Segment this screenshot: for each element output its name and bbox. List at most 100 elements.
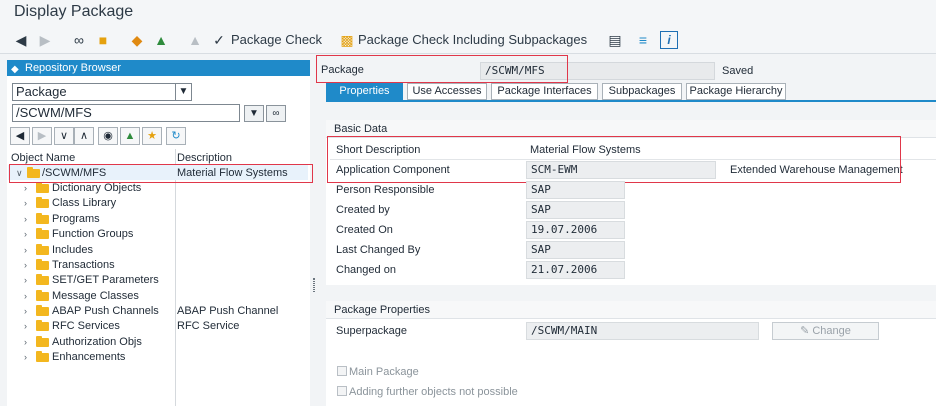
tree-item-desc: ABAP Push Channel bbox=[177, 305, 279, 317]
chevron-down-icon[interactable]: ∨ bbox=[16, 166, 23, 181]
object-type-select[interactable]: Package ▼ bbox=[12, 83, 192, 101]
tree-row[interactable]: › Class Library bbox=[7, 196, 310, 211]
tree-row[interactable]: › Includes bbox=[7, 243, 310, 258]
toolbar: ◀ ▶ ∞ ■ ◆ ▲ ▲ ✓ Package Check ▩ Package … bbox=[0, 26, 936, 54]
glasses-icon[interactable]: ∞ bbox=[70, 31, 88, 49]
tree-row[interactable]: › Dictionary Objects bbox=[7, 181, 310, 196]
tree-row[interactable]: › Function Groups bbox=[7, 227, 310, 242]
display-object-list-icon[interactable]: ▤ bbox=[606, 31, 624, 49]
hierarchy-icon[interactable]: ▲ bbox=[152, 31, 170, 49]
change-button-label: Change bbox=[812, 325, 851, 337]
package-check-sub-icon[interactable]: ▩ bbox=[338, 31, 356, 49]
tree-structure-icon[interactable]: ▲ bbox=[120, 127, 140, 145]
activate-icon[interactable]: ■ bbox=[94, 31, 112, 49]
tree-row[interactable]: › SET/GET Parameters bbox=[7, 273, 310, 288]
collapse-up-icon[interactable]: ∧ bbox=[74, 127, 94, 145]
tree-item-label: Message Classes bbox=[52, 290, 139, 302]
chevron-right-icon[interactable]: › bbox=[24, 196, 27, 211]
chevron-right-icon[interactable]: › bbox=[24, 304, 27, 319]
created-by-field[interactable]: SAP bbox=[526, 201, 625, 219]
chevron-right-icon[interactable]: › bbox=[24, 273, 27, 288]
chevron-down-icon[interactable]: ▼ bbox=[175, 84, 191, 100]
chevron-right-icon[interactable]: › bbox=[24, 289, 27, 304]
tree-item-label: Includes bbox=[52, 244, 93, 256]
chevron-right-icon[interactable]: › bbox=[24, 181, 27, 196]
tree-row[interactable]: › ABAP Push Channels ABAP Push Channel bbox=[7, 304, 310, 319]
tree-row[interactable]: › Transactions bbox=[7, 258, 310, 273]
column-object-name[interactable]: Object Name bbox=[11, 152, 75, 165]
tree-item-label: Dictionary Objects bbox=[52, 182, 142, 194]
tree-item-label: Function Groups bbox=[52, 228, 134, 240]
package-label: Package bbox=[321, 64, 364, 76]
chevron-right-icon[interactable]: › bbox=[24, 258, 27, 273]
folder-icon bbox=[36, 336, 49, 347]
nav-back-icon[interactable]: ◀ bbox=[10, 127, 30, 145]
created-on-field[interactable]: 19.07.2006 bbox=[526, 221, 625, 239]
tree-item-desc: RFC Service bbox=[177, 320, 240, 332]
person-responsible-field[interactable]: SAP bbox=[526, 181, 625, 199]
last-changed-by-field[interactable]: SAP bbox=[526, 241, 625, 259]
package-check-button[interactable]: Package Check bbox=[231, 32, 322, 47]
binoculars-icon[interactable]: ◉ bbox=[98, 127, 118, 145]
tab-use-accesses[interactable]: Use Accesses bbox=[407, 83, 487, 100]
changed-on-field[interactable]: 21.07.2006 bbox=[526, 261, 625, 279]
info-icon[interactable]: i bbox=[660, 31, 678, 49]
folder-icon bbox=[36, 182, 49, 193]
pane-splitter-handle[interactable] bbox=[313, 278, 315, 292]
nav-forward-icon[interactable]: ▶ bbox=[32, 127, 52, 145]
adding-further-label: Adding further objects not possible bbox=[349, 386, 518, 398]
tab-underline bbox=[326, 100, 936, 102]
superpackage-label: Superpackage bbox=[336, 325, 407, 337]
change-button[interactable]: ✎ Change bbox=[772, 322, 879, 340]
application-component-field[interactable]: SCM-EWM bbox=[526, 161, 716, 179]
chevron-right-icon[interactable]: › bbox=[24, 243, 27, 258]
path-dropdown-icon[interactable]: ▼ bbox=[244, 105, 264, 122]
transport-icon[interactable]: ▲ bbox=[186, 31, 204, 49]
chevron-right-icon[interactable]: › bbox=[24, 350, 27, 365]
list-icon[interactable]: ≡ bbox=[634, 31, 652, 49]
tree-row-root[interactable]: ∨ /SCWM/MFS Material Flow Systems bbox=[7, 166, 310, 181]
chevron-right-icon[interactable]: › bbox=[24, 319, 27, 334]
folder-icon bbox=[36, 290, 49, 301]
object-path-input[interactable]: /SCWM/MFS bbox=[12, 104, 240, 122]
favorites-star-icon[interactable]: ★ bbox=[142, 127, 162, 145]
tree-row[interactable]: › RFC Services RFC Service bbox=[7, 319, 310, 334]
package-field[interactable]: /SCWM/MFS bbox=[480, 62, 715, 80]
tab-package-interfaces[interactable]: Package Interfaces bbox=[491, 83, 598, 100]
where-used-icon[interactable]: ◆ bbox=[128, 31, 146, 49]
package-status: Saved bbox=[722, 65, 754, 77]
package-check-sub-button[interactable]: Package Check Including Subpackages bbox=[358, 32, 587, 47]
tab-subpackages[interactable]: Subpackages bbox=[602, 83, 682, 100]
browser-nav-bar: ◀ ▶ ∨ ∧ ◉ ▲ ★ ↻ bbox=[10, 127, 220, 147]
tree-row[interactable]: › Authorization Objs bbox=[7, 335, 310, 350]
tree-row[interactable]: › Programs bbox=[7, 212, 310, 227]
back-arrow-icon[interactable]: ◀ bbox=[12, 31, 30, 49]
package-check-icon[interactable]: ✓ bbox=[210, 31, 228, 49]
display-glasses-icon[interactable]: ∞ bbox=[266, 105, 286, 122]
tab-package-hierarchy[interactable]: Package Hierarchy bbox=[686, 83, 786, 100]
basic-data-title: Basic Data bbox=[326, 120, 936, 138]
adding-further-checkbox[interactable] bbox=[337, 386, 347, 396]
tab-properties[interactable]: Properties bbox=[326, 83, 403, 100]
refresh-icon[interactable]: ↻ bbox=[166, 127, 186, 145]
changed-on-label: Changed on bbox=[336, 264, 396, 276]
chevron-right-icon[interactable]: › bbox=[24, 335, 27, 350]
chevron-right-icon[interactable]: › bbox=[24, 227, 27, 242]
folder-icon bbox=[36, 228, 49, 239]
repository-browser-title: Repository Browser bbox=[25, 62, 121, 74]
short-description-label: Short Description bbox=[336, 144, 421, 156]
row-divider bbox=[330, 159, 936, 160]
collapse-down-icon[interactable]: ∨ bbox=[54, 127, 74, 145]
short-description-value[interactable]: Material Flow Systems bbox=[530, 141, 641, 159]
tree-row[interactable]: › Message Classes bbox=[7, 289, 310, 304]
forward-arrow-icon[interactable]: ▶ bbox=[36, 31, 54, 49]
superpackage-field[interactable]: /SCWM/MAIN bbox=[526, 322, 759, 340]
tree-row[interactable]: › Enhancements bbox=[7, 350, 310, 365]
folder-icon bbox=[36, 320, 49, 331]
tree-item-label: Programs bbox=[52, 213, 100, 225]
folder-icon bbox=[36, 213, 49, 224]
column-description[interactable]: Description bbox=[177, 152, 232, 165]
chevron-right-icon[interactable]: › bbox=[24, 212, 27, 227]
main-package-checkbox[interactable] bbox=[337, 366, 347, 376]
created-on-label: Created On bbox=[336, 224, 393, 236]
